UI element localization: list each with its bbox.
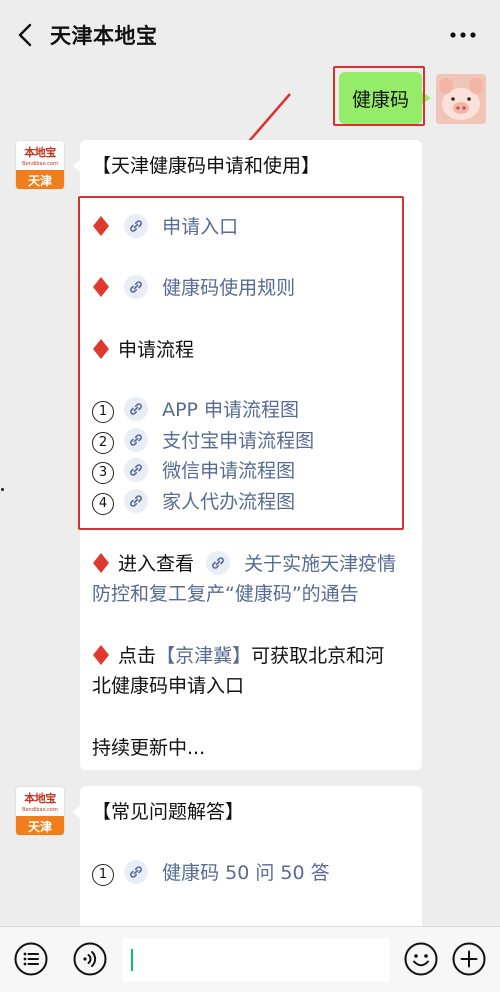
click-line2: 北健康码申请入口 — [92, 675, 245, 697]
link-row-rules[interactable]: 健康码使用规则 — [92, 274, 295, 302]
click-suffix: 可获取北京和河 — [251, 645, 385, 667]
emoji-icon[interactable] — [404, 942, 438, 976]
link-icon — [206, 551, 231, 575]
process-heading: 申请流程 — [118, 339, 195, 361]
official-account-avatar[interactable]: 本地宝 Bendibao.com 天津 — [15, 140, 65, 190]
voice-icon[interactable] — [73, 942, 107, 976]
diamond-icon — [93, 645, 109, 665]
link-icon — [124, 214, 149, 238]
chevron-left-icon[interactable] — [14, 22, 38, 48]
process-item-row[interactable]: 1 APP 申请流程图 — [92, 396, 299, 424]
link-notice-line2[interactable]: 防控和复工复产“健康码”的通告 — [92, 583, 359, 605]
link-icon — [124, 397, 149, 421]
link-family-process[interactable]: 家人代办流程图 — [162, 491, 295, 513]
diamond-icon — [93, 277, 109, 297]
incoming-message-bubble: 【常见问题解答】 1 健康码 50 问 50 答 — [72, 786, 422, 946]
brand-logo-sub: Bendibao.com — [22, 807, 58, 813]
faq-title: 【常见问题解答】 — [92, 801, 245, 823]
official-account-avatar[interactable]: 本地宝 Bendibao.com 天津 — [15, 786, 65, 836]
link-apply-entry[interactable]: 申请入口 — [162, 216, 238, 238]
highlight-box-outgoing — [333, 66, 425, 126]
chat-title: 天津本地宝 — [50, 24, 158, 48]
enter-prefix: 进入查看 — [118, 553, 195, 575]
process-heading-row: 申请流程 — [92, 336, 194, 364]
menu-list-icon[interactable] — [14, 942, 48, 976]
link-icon — [124, 458, 149, 482]
brand-city-label: 天津 — [16, 816, 64, 835]
process-item-row[interactable]: 4 家人代办流程图 — [92, 488, 295, 516]
diamond-icon — [93, 339, 109, 359]
link-jingjinji[interactable]: 【京津冀】 — [156, 645, 251, 667]
message-title: 【天津健康码申请和使用】 — [92, 155, 321, 177]
link-alipay-process[interactable]: 支付宝申请流程图 — [162, 430, 314, 452]
link-icon — [124, 860, 149, 884]
circled-number: 3 — [92, 462, 114, 484]
pig-avatar-icon — [436, 74, 486, 124]
enter-row[interactable]: 进入查看 关于实施天津疫情 — [92, 550, 396, 578]
click-row[interactable]: 点击【京津冀】可获取北京和河 — [92, 642, 384, 670]
circled-number: 4 — [92, 493, 114, 515]
user-avatar[interactable] — [436, 74, 486, 124]
link-notice-line1[interactable]: 关于实施天津疫情 — [244, 553, 396, 575]
text-caret — [131, 949, 133, 971]
circled-number: 1 — [92, 401, 114, 423]
brand-logo-sub: Bendibao.com — [22, 161, 58, 167]
more-dots-icon[interactable] — [448, 26, 478, 44]
link-usage-rules[interactable]: 健康码使用规则 — [162, 277, 295, 299]
chat-input-bar — [0, 926, 500, 992]
faq-item-row[interactable]: 1 健康码 50 问 50 答 — [92, 859, 330, 887]
process-item-row[interactable]: 2 支付宝申请流程图 — [92, 427, 314, 455]
link-app-process[interactable]: APP 申请流程图 — [162, 399, 299, 421]
diamond-icon — [93, 216, 109, 236]
link-icon — [124, 428, 149, 452]
click-prefix: 点击 — [118, 645, 157, 667]
link-row-apply[interactable]: 申请入口 — [92, 213, 238, 241]
link-wechat-process[interactable]: 微信申请流程图 — [162, 460, 295, 482]
brand-logo-text: 本地宝 — [24, 792, 56, 805]
circled-number: 1 — [92, 864, 114, 886]
circled-number: 2 — [92, 432, 114, 454]
link-icon — [124, 489, 149, 513]
process-item-row[interactable]: 3 微信申请流程图 — [92, 457, 295, 485]
incoming-message-bubble: 【天津健康码申请和使用】 申请入口 健康码使用规则 申请流程 1 APP 申请流… — [72, 140, 422, 770]
chat-header: 天津本地宝 — [0, 0, 500, 70]
message-input[interactable] — [122, 938, 390, 982]
brand-logo-text: 本地宝 — [24, 146, 56, 159]
link-icon — [124, 275, 149, 299]
plus-icon[interactable] — [452, 942, 486, 976]
stray-dot — [1, 488, 4, 491]
link-faq-50[interactable]: 健康码 50 问 50 答 — [162, 862, 330, 884]
enter-row-line2[interactable]: 防控和复工复产“健康码”的通告 — [92, 580, 359, 608]
diamond-icon — [93, 553, 109, 573]
updating-text: 持续更新中... — [92, 737, 206, 759]
brand-city-label: 天津 — [16, 170, 64, 189]
